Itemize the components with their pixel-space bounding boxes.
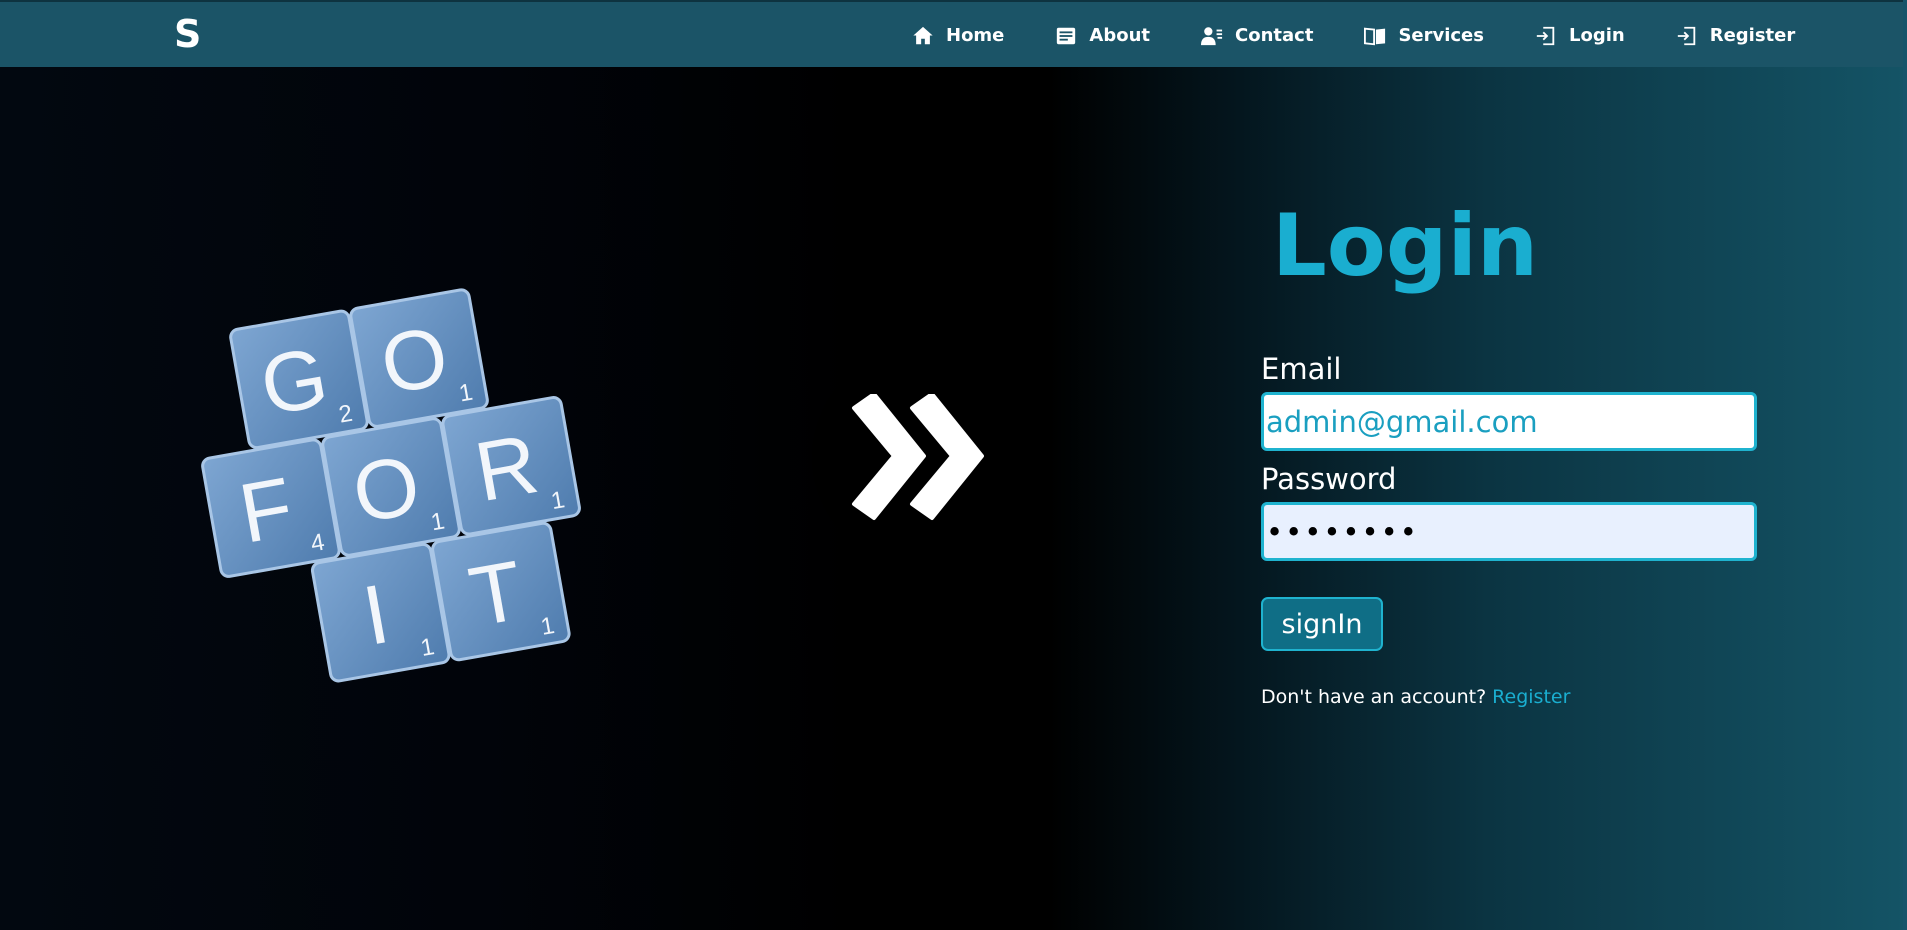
double-chevron-right-icon	[852, 394, 984, 520]
nav-item-label: Services	[1398, 25, 1484, 46]
page: S Home About Contact Services Login Regi…	[0, 0, 1907, 930]
scrollbar[interactable]	[1903, 0, 1907, 930]
nav-item-services[interactable]: Services	[1364, 25, 1484, 47]
nav-item-about[interactable]: About	[1055, 25, 1150, 47]
contact-icon	[1201, 26, 1223, 45]
nav-item-contact[interactable]: Contact	[1201, 25, 1313, 47]
nav-item-label: Login	[1568, 25, 1625, 46]
nav-links: Home About Contact Services Login Regist…	[912, 2, 1795, 69]
tile: O 1	[349, 288, 489, 428]
register-prompt: Don't have an account? Register	[1261, 685, 1570, 709]
nav-item-login[interactable]: Login	[1535, 25, 1625, 47]
register-icon	[1677, 26, 1695, 45]
nav-item-register[interactable]: Register	[1676, 25, 1796, 47]
tile: G 2	[229, 309, 369, 450]
account-prompt-text: Don't have an account?	[1261, 686, 1487, 708]
password-label: Password	[1261, 462, 1397, 496]
tile: F 4	[201, 438, 341, 578]
email-input[interactable]	[1261, 392, 1757, 451]
book-icon	[1364, 27, 1386, 45]
nav-item-label: Home	[946, 25, 1005, 46]
login-icon	[1536, 26, 1555, 45]
nav-item-label: Register	[1709, 25, 1796, 46]
signin-button[interactable]: signIn	[1261, 597, 1383, 651]
tile: T 1	[431, 521, 571, 662]
tile: O 1	[321, 417, 461, 557]
go-for-it-tiles-image: G 2 O 1 F 4 O 1 R 1 I 1 T 1	[201, 288, 581, 683]
nav-item-label: Contact	[1235, 25, 1314, 46]
nav-item-label: About	[1089, 25, 1151, 46]
double-chevron-badge	[808, 346, 1030, 568]
tile: R 1	[441, 396, 581, 536]
register-link[interactable]: Register	[1492, 686, 1570, 708]
tile: I 1	[310, 542, 451, 683]
nav-item-home[interactable]: Home	[912, 25, 1004, 47]
about-icon	[1057, 27, 1076, 44]
login-title: Login	[1272, 196, 1539, 296]
home-icon	[913, 26, 933, 44]
email-label: Email	[1261, 352, 1342, 386]
password-input[interactable]	[1261, 502, 1757, 561]
brand-logo[interactable]: S	[174, 14, 201, 54]
navbar: S Home About Contact Services Login Regi…	[0, 0, 1907, 67]
